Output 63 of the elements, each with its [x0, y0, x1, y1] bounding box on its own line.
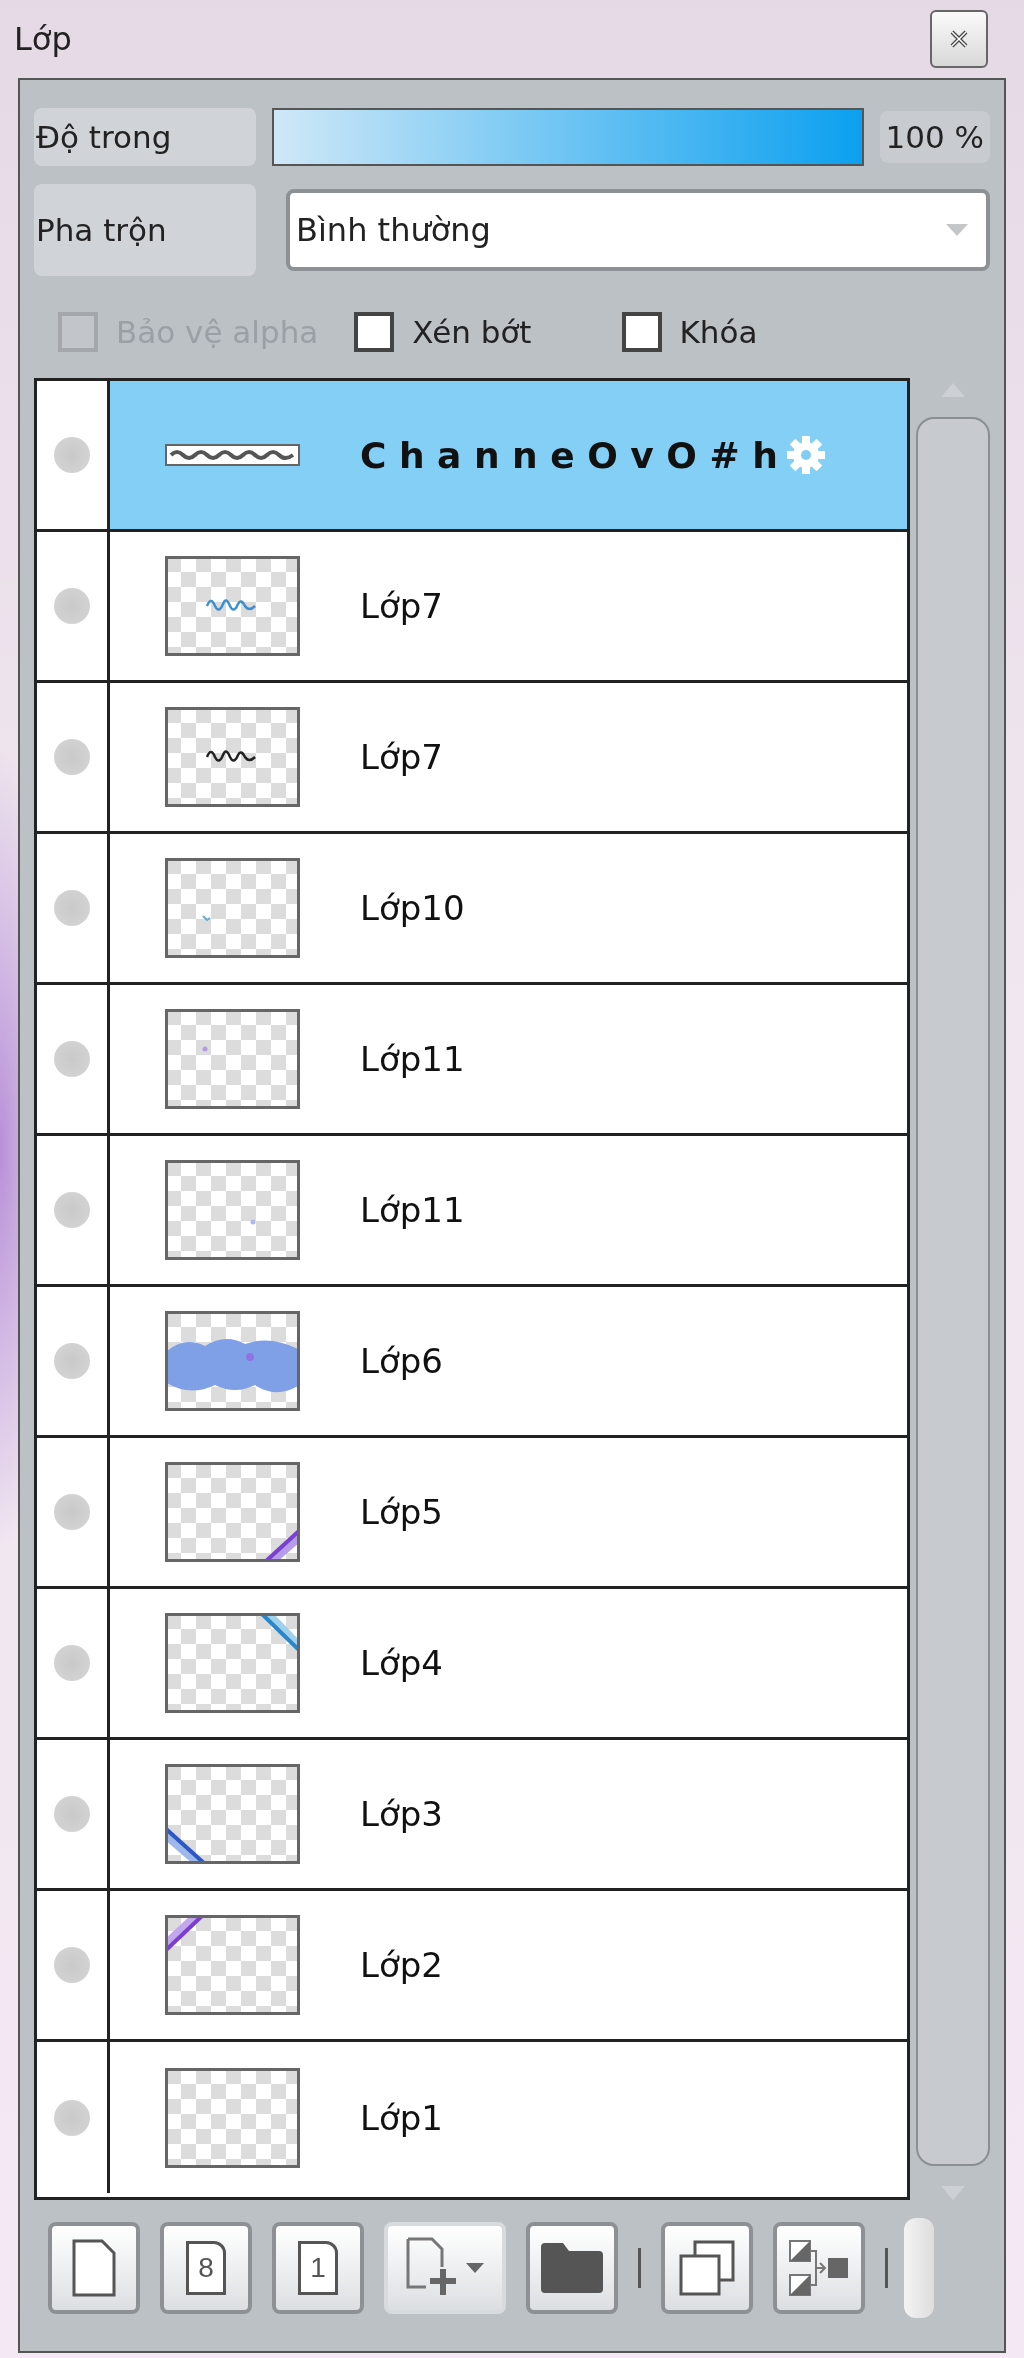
visibility-dot[interactable] [54, 890, 90, 926]
layer-row[interactable]: Lớp3 [37, 1740, 907, 1891]
opacity-value: 100 % [879, 111, 990, 163]
folder-icon [541, 2243, 603, 2293]
visibility-dot[interactable] [54, 1645, 90, 1681]
page-layer-button[interactable]: 1 [272, 2222, 364, 2314]
merge-button[interactable] [773, 2222, 865, 2314]
new-layer-button[interactable] [48, 2222, 140, 2314]
layer-name: Lớp11 [360, 1190, 465, 1230]
scrollbar-thumb[interactable] [916, 417, 990, 2166]
merge-icon [788, 2239, 850, 2297]
layer-name: Lớp7 [360, 586, 443, 626]
layer-name: Lớp6 [360, 1341, 443, 1381]
layer-name: C h a n n e O v O # h [360, 434, 778, 476]
visibility-dot[interactable] [54, 2099, 90, 2136]
option-checkbox[interactable]: Xén bớt [354, 312, 532, 352]
caret-icon [466, 2263, 484, 2273]
layer-name: Lớp10 [360, 888, 465, 928]
blend-mode-dropdown[interactable]: Bình thường [286, 189, 990, 271]
panel-title: Lớp [14, 20, 72, 58]
visibility-dot[interactable] [54, 1192, 90, 1228]
folder-button[interactable] [526, 2222, 618, 2314]
visibility-dot[interactable] [54, 1041, 90, 1077]
visibility-dot[interactable] [54, 1494, 90, 1530]
layer-row[interactable]: Lớp11 [37, 985, 907, 1136]
close-button[interactable] [930, 10, 988, 68]
visibility-dot[interactable] [54, 437, 90, 473]
layer-row[interactable]: Lớp7 [37, 532, 907, 683]
duplicate-icon [679, 2240, 735, 2296]
layer-name: Lớp7 [360, 737, 443, 777]
layer-row[interactable]: Lớp10 [37, 834, 907, 985]
option-checkbox[interactable]: Khóa [621, 312, 758, 352]
duplicate-button[interactable] [661, 2222, 753, 2314]
visibility-dot[interactable] [54, 1343, 90, 1379]
opacity-slider[interactable] [272, 108, 864, 166]
visibility-dot[interactable] [54, 739, 90, 775]
visibility-dot[interactable] [54, 1947, 90, 1983]
layer-name: Lớp1 [360, 2097, 443, 2138]
page-icon: 1 [298, 2241, 338, 2295]
layer-name: Lớp5 [360, 1492, 443, 1532]
layer-name: Lớp11 [360, 1039, 465, 1079]
toolbar-scroll-handle[interactable] [904, 2218, 934, 2318]
visibility-dot[interactable] [54, 1796, 90, 1832]
close-icon [948, 28, 970, 50]
layer-name: Lớp2 [360, 1945, 443, 1985]
blend-label: Pha trộn [34, 184, 256, 276]
opacity-label: Độ trong [34, 108, 256, 166]
layer-row[interactable]: Lớp4 [37, 1589, 907, 1740]
layer-row[interactable]: Lớp5 [37, 1438, 907, 1589]
dropdown-arrow-icon [946, 224, 968, 236]
layer-row[interactable]: Lớp11 [37, 1136, 907, 1287]
layer-name: Lớp3 [360, 1794, 443, 1834]
layer-row[interactable]: Lớp2 [37, 1891, 907, 2042]
layer-row[interactable]: Lớp7 [37, 683, 907, 834]
page-icon [72, 2239, 116, 2297]
visibility-dot[interactable] [54, 588, 90, 624]
gear-icon[interactable] [785, 435, 826, 475]
layer-row[interactable]: Lớp6 [37, 1287, 907, 1438]
page-layer-button[interactable]: 8 [160, 2222, 252, 2314]
layer-name: Lớp4 [360, 1643, 443, 1683]
layer-row[interactable]: Lớp1 [37, 2042, 907, 2193]
add-layer-menu-button[interactable] [384, 2222, 506, 2314]
page-icon: 8 [186, 2241, 226, 2295]
